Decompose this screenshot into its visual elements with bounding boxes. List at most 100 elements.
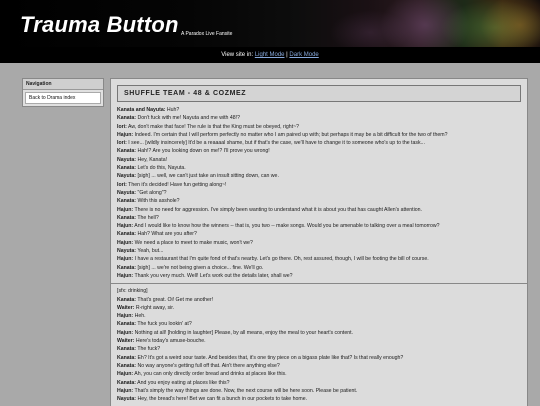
- dialogue-line: Kanata: Let's do this, Nayuta.: [117, 164, 521, 172]
- speaker-name: Waiter:: [117, 304, 135, 311]
- dialogue-text: "Get along"?: [136, 189, 167, 196]
- speaker-name: Hajun:: [117, 272, 134, 279]
- speaker-name: Kanata:: [117, 264, 137, 271]
- speaker-name: Hajun:: [117, 313, 134, 320]
- dialogue-text: Don't fuck with me! Nayuta and me with 4…: [136, 115, 240, 122]
- view-mode-label: View site in:: [221, 52, 254, 58]
- dialogue-line: Kanata and Nayuta: Huh?: [117, 106, 521, 114]
- dialogue-line: Nayuta: Hey, Kanata!: [117, 156, 521, 164]
- speaker-name: Nayuta:: [117, 396, 137, 403]
- speaker-name: Hajun:: [117, 131, 134, 138]
- dialogue-line: Kanata: The hell?: [117, 214, 521, 222]
- dialogue-text: No way anyone's getting full off that. A…: [136, 362, 280, 369]
- dialogue-text: Heh.: [133, 313, 146, 320]
- speaker-name: Nayuta:: [117, 173, 137, 180]
- dialogue-text: Nothing at all! [holding in laughter] Pl…: [133, 329, 353, 336]
- dialogue-line: [sfx: drinking]: [117, 287, 521, 295]
- dialogue-text: Hah!? Are you looking down on me!? I'll …: [136, 148, 270, 155]
- dialogue-line: Hajun: I have a restaurant that I'm quit…: [117, 255, 521, 263]
- dialogue-line: Iori: I see... [wildly insincerely] It'd…: [117, 139, 521, 147]
- script-section: Kanata and Nayuta: Huh? Kanata: Don't fuc…: [111, 106, 527, 280]
- site-subtitle: A Paradox Live Fansite: [181, 31, 233, 37]
- dialogue-line: Kanata: Hah!? Are you looking down on me…: [117, 147, 521, 155]
- dialogue-text: Hah? What are you after?: [136, 231, 197, 238]
- dialogue-line: Hajun: Thank you very much. Well! Let's …: [117, 272, 521, 280]
- speaker-name: Hajun:: [117, 239, 134, 246]
- speaker-name: Kanata:: [117, 198, 137, 205]
- dialogue-line: Kanata: No way anyone's getting full off…: [117, 362, 521, 370]
- speaker-name: Hajun:: [117, 206, 134, 213]
- view-mode-divider: |: [286, 52, 288, 58]
- dialogue-line: Hajun: Nothing at all! [holding in laugh…: [117, 329, 521, 337]
- dialogue-line: Kanata: Hah? What are you after?: [117, 230, 521, 238]
- dialogue-line: Hajun: And I would like to know how the …: [117, 222, 521, 230]
- banner-art: [480, 0, 540, 47]
- dialogue-text: [sigh] ... we're not being given a choic…: [136, 264, 264, 271]
- dialogue-line: Kanata: Eh? It's got a weird sour taste.…: [117, 354, 521, 362]
- speaker-name: Nayuta:: [117, 156, 137, 163]
- light-mode-link[interactable]: Light Mode: [255, 52, 285, 58]
- dialogue-line: Kanata: And you enjoy eating at places l…: [117, 379, 521, 387]
- speaker-name: Kanata:: [117, 296, 137, 303]
- dialogue-text: Aw, don't make that face! The rule is th…: [126, 123, 300, 130]
- dialogue-text: That's simply the way things are done. N…: [133, 387, 358, 394]
- dialogue-line: Kanata: With this asshole?: [117, 197, 521, 205]
- speaker-name: Kanata:: [117, 115, 137, 122]
- dialogue-line: Waiter: Here's today's amuse-bouche.: [117, 337, 521, 345]
- dialogue-line: Waiter: R-right away, sir.: [117, 304, 521, 312]
- dialogue-text: Hey, the bread's here! Bet we can fit a …: [136, 396, 308, 403]
- dialogue-text: With this asshole?: [136, 198, 180, 205]
- speaker-name: Kanata:: [117, 148, 137, 155]
- dialogue-line: Kanata: [sigh] ... we're not being given…: [117, 264, 521, 272]
- dialogue-text: And I would like to know how the winners…: [133, 223, 440, 230]
- speaker-name: Kanata:: [117, 379, 137, 386]
- speaker-name: Hajun:: [117, 256, 134, 263]
- back-to-drama-index-link[interactable]: Back to Drama index: [25, 92, 101, 104]
- dialogue-line: Hajun: There is no need for aggression. …: [117, 206, 521, 214]
- speaker-name: Kanata:: [117, 346, 137, 353]
- dialogue-text: [sigh] ... well, we can't just take an i…: [136, 173, 279, 180]
- dialogue-line: Kanata: That's great. Oi! Get me another…: [117, 296, 521, 304]
- speaker-name: Iori:: [117, 181, 127, 188]
- dark-mode-link[interactable]: Dark Mode: [289, 52, 318, 58]
- dialogue-text: I have a restaurant that I'm quite fond …: [133, 256, 429, 263]
- dialogue-line: Hajun: We need a place to meet to make m…: [117, 239, 521, 247]
- dialogue-line: Kanata: Don't fuck with me! Nayuta and m…: [117, 114, 521, 122]
- dialogue-text: Indeed. I'm certain that I will perform …: [133, 131, 448, 138]
- navigation-panel: Navigation Back to Drama index: [22, 78, 104, 107]
- dialogue-text: We need a place to meet to make music, w…: [133, 239, 253, 246]
- speaker-name: Kanata:: [117, 214, 137, 221]
- dialogue-text: Huh?: [165, 107, 180, 113]
- speaker-name: Iori:: [117, 140, 127, 147]
- dialogue-text: The fuck?: [136, 346, 161, 353]
- speaker-name: Iori:: [117, 123, 127, 130]
- dialogue-text: Here's today's amuse-bouche.: [134, 338, 206, 345]
- speaker-name: Hajun:: [117, 329, 134, 336]
- speaker-name: Kanata:: [117, 362, 137, 369]
- dialogue-text: Let's do this, Nayuta.: [136, 165, 186, 172]
- speaker-name: Kanata:: [117, 354, 137, 361]
- dialogue-line: Hajun: Heh.: [117, 312, 521, 320]
- dialogue-line: Nayuta: Yeah, but...: [117, 247, 521, 255]
- site-title[interactable]: Trauma Button: [20, 12, 179, 38]
- dialogue-text: The hell?: [136, 214, 159, 221]
- speaker-name: Hajun:: [117, 371, 134, 378]
- dialogue-text: There is no need for aggression. I've si…: [133, 206, 422, 213]
- dialogue-text: Thank you very much. Well! Let's work ou…: [133, 272, 293, 279]
- dialogue-text: I see... [wildly insincerely] It'd be a …: [126, 140, 425, 147]
- script-section: [sfx: drinking] Kanata: That's great. Oi!…: [111, 287, 527, 403]
- dialogue-line: Hajun: Indeed. I'm certain that I will p…: [117, 131, 521, 139]
- dialogue-line: Nayuta: [sigh] ... well, we can't just t…: [117, 172, 521, 180]
- section-divider: [111, 283, 527, 285]
- dialogue-text: Hey, Kanata!: [136, 156, 168, 163]
- speaker-name: Nayuta:: [117, 248, 137, 255]
- dialogue-text: Eh? It's got a weird sour taste. And bes…: [136, 354, 404, 361]
- dialogue-text: And you enjoy eating at places like this…: [136, 379, 230, 386]
- site-banner: Trauma Button A Paradox Live Fansite: [0, 0, 540, 47]
- speaker-name: Kanata:: [117, 231, 137, 238]
- speaker-name: Kanata and Nayuta:: [117, 107, 166, 113]
- dialogue-text: Ah, you can only directly order bread an…: [133, 371, 287, 378]
- view-mode-bar: View site in: Light Mode | Dark Mode: [0, 47, 540, 63]
- dialogue-text: [sfx: drinking]: [117, 288, 148, 295]
- navigation-title: Navigation: [23, 79, 103, 90]
